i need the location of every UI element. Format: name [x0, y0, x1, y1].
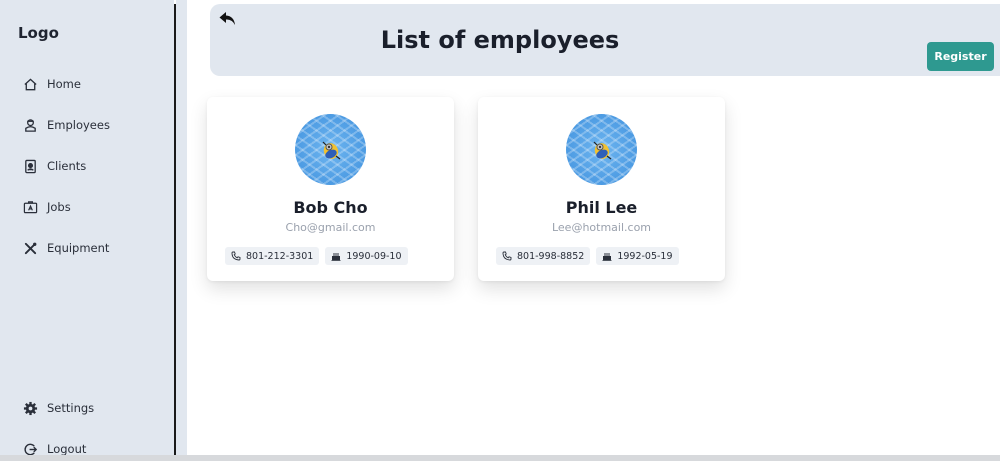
- jobs-icon: [22, 199, 39, 216]
- birthday-date: 1992-05-19: [617, 250, 673, 262]
- register-button[interactable]: Register: [927, 42, 994, 71]
- birthday-date: 1990-09-10: [346, 250, 402, 262]
- sidebar-item-equipment[interactable]: Equipment: [22, 238, 109, 258]
- sidebar-item-home[interactable]: Home: [22, 74, 81, 94]
- sidebar-item-clients[interactable]: Clients: [22, 156, 86, 176]
- phone-chip: 801-212-3301: [225, 247, 320, 265]
- birthday-chip: 1992-05-19: [596, 247, 679, 265]
- sidebar-item-label: Home: [47, 77, 81, 91]
- employee-email: Lee@hotmail.com: [551, 221, 652, 234]
- cake-icon: [331, 253, 341, 261]
- logo: Logo: [18, 24, 59, 42]
- employee-email: Cho@gmail.com: [285, 221, 376, 234]
- employee-card[interactable]: Phil Lee Lee@hotmail.com 801-998-8852 19…: [478, 97, 725, 281]
- sidebar-item-label: Employees: [47, 118, 110, 132]
- employees-icon: [22, 117, 39, 134]
- sidebar-item-settings[interactable]: Settings: [22, 398, 94, 418]
- phone-icon: [502, 251, 512, 261]
- gear-icon: [22, 400, 39, 417]
- sidebar-item-label: Logout: [47, 442, 87, 456]
- employee-details: 801-998-8852 1992-05-19: [496, 247, 679, 265]
- sidebar-item-employees[interactable]: Employees: [22, 115, 110, 135]
- cake-icon: [602, 253, 612, 261]
- equipment-icon: [22, 240, 39, 257]
- phone-chip: 801-998-8852: [496, 247, 591, 265]
- sidebar-item-jobs[interactable]: Jobs: [22, 197, 71, 217]
- sidebar-item-label: Settings: [47, 401, 95, 415]
- sidebar-item-label: Jobs: [47, 200, 71, 214]
- sidebar-gutter: [176, 0, 187, 461]
- clients-icon: [22, 158, 39, 175]
- phone-icon: [231, 251, 241, 261]
- employee-details: 801-212-3301 1990-09-10: [225, 247, 408, 265]
- sidebar-item-label: Clients: [47, 159, 87, 173]
- sidebar-item-label: Equipment: [47, 241, 110, 255]
- employee-card[interactable]: Bob Cho Cho@gmail.com 801-212-3301 1990-…: [207, 97, 454, 281]
- horizontal-scrollbar[interactable]: [0, 455, 1000, 461]
- employee-name: Bob Cho: [293, 198, 368, 217]
- phone-number: 801-212-3301: [246, 250, 314, 262]
- avatar: [295, 114, 366, 185]
- phone-number: 801-998-8852: [517, 250, 585, 262]
- employee-name: Phil Lee: [565, 198, 638, 217]
- birthday-chip: 1990-09-10: [325, 247, 408, 265]
- home-icon: [22, 76, 39, 93]
- page-title: List of employees: [380, 26, 620, 54]
- sidebar: Logo Home Employees Clients Jobs Equipme…: [0, 0, 174, 461]
- avatar: [566, 114, 637, 185]
